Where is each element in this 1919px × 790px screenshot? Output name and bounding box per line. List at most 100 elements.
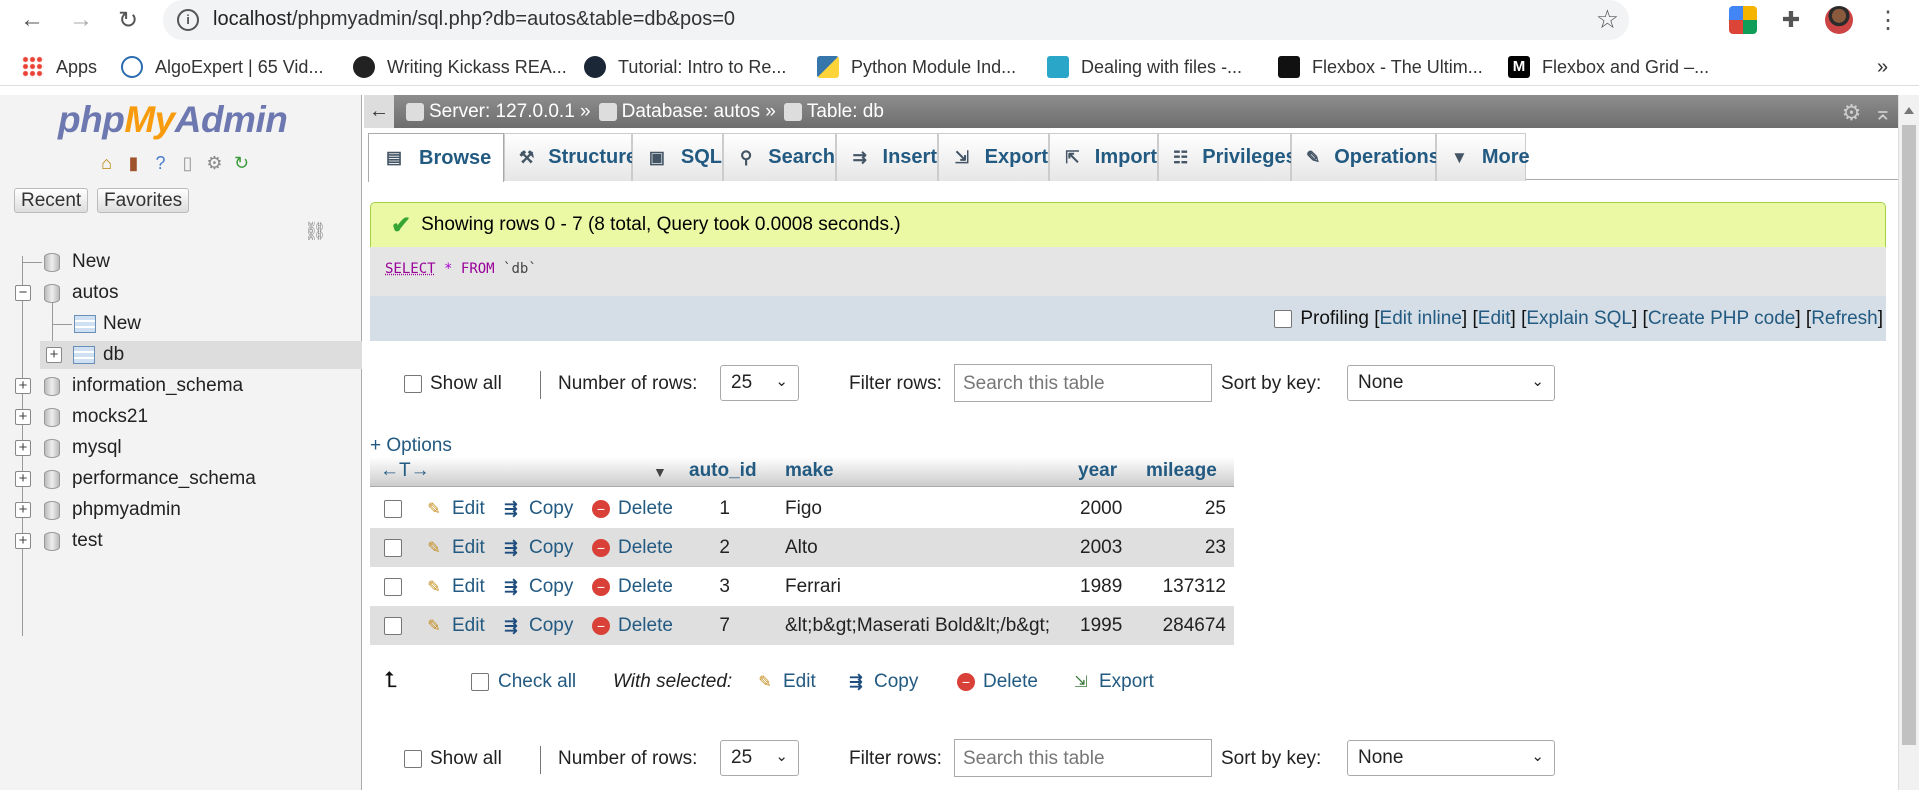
expand-icon[interactable]: + [15,471,31,487]
link-with-main-panel-icon[interactable]: ⛓ [304,221,327,242]
tab-structure[interactable]: ⚒ Structure [504,133,637,181]
number-of-rows-select[interactable]: 25 ⌄ [720,740,799,776]
refresh-link[interactable]: Refresh [1811,308,1878,330]
expand-icon[interactable]: + [15,533,31,549]
number-of-rows-select[interactable]: 25 ⌄ [720,365,799,401]
expand-icon[interactable]: + [15,409,31,425]
row-edit-button[interactable]: ✎ Edit [424,537,484,559]
options-link[interactable]: + Options [370,435,452,457]
collapse-icon[interactable]: − [15,285,31,301]
collapse-navigation-icon[interactable]: ← [364,95,394,128]
row-checkbox[interactable] [384,578,402,596]
show-all-checkbox[interactable] [404,375,422,393]
documentation-icon[interactable]: ▯ [176,152,199,175]
address-url[interactable]: localhost/phpmyadmin/sql.php?db=autos&ta… [213,8,735,31]
tree-item-phpmyadmin[interactable]: + phpmyadmin [0,496,362,524]
bulk-delete-button[interactable]: − Delete [957,671,1038,693]
row-copy-button[interactable]: ⇶ Copy [501,576,573,598]
tab-privileges[interactable]: ☷ Privileges [1158,133,1297,181]
filter-rows-input[interactable]: Search this table [954,364,1212,402]
recent-tab[interactable]: Recent [14,188,89,213]
tab-more[interactable]: ▼ More [1436,133,1530,181]
cell-auto-id[interactable]: 2 [700,537,730,559]
extensions-puzzle-icon[interactable]: ✚ [1777,6,1805,34]
page-scrollbar[interactable] [1898,95,1919,790]
scroll-up-arrow-icon[interactable] [1904,107,1914,114]
tab-search[interactable]: ⚲ Search [723,133,836,181]
row-delete-button[interactable]: − Delete [592,498,673,520]
bookmark-apps[interactable]: Apps [22,54,97,80]
extension-icon[interactable] [1729,6,1757,34]
bookmark-tutorial-react[interactable]: Tutorial: Intro to Re... [584,54,786,80]
bulk-edit-button[interactable]: ✎ Edit [755,671,815,693]
row-edit-button[interactable]: ✎ Edit [424,498,484,520]
tab-operations[interactable]: ✎ Operations [1291,133,1440,181]
phpmyadmin-logo[interactable]: phpMyAdmin [58,99,288,141]
row-checkbox[interactable] [384,617,402,635]
row-edit-button[interactable]: ✎ Edit [424,576,484,598]
scrollbar-thumb[interactable] [1902,125,1916,745]
sql-query-display[interactable]: SELECT * FROM `db` [370,247,1886,296]
tab-insert[interactable]: ⇉ Insert [836,133,938,181]
reload-icon[interactable]: ↻ [114,6,142,34]
tab-sql[interactable]: ▣ SQL [632,133,723,181]
tree-item-new-table[interactable]: New [0,310,362,338]
profiling-checkbox[interactable] [1274,309,1293,328]
site-info-icon[interactable]: i [177,9,199,31]
bookmark-flexbox-grid[interactable]: M Flexbox and Grid –... [1508,54,1709,80]
expand-icon[interactable]: + [46,347,62,363]
cell-year[interactable]: 1995 [1080,615,1122,637]
tree-item-performance-schema[interactable]: + performance_schema [0,465,362,493]
back-arrow-icon[interactable]: ← [18,6,46,34]
explain-sql-link[interactable]: Explain SQL [1526,308,1632,330]
profile-avatar[interactable] [1825,6,1853,34]
cell-make[interactable]: Ferrari [785,576,841,598]
row-copy-button[interactable]: ⇶ Copy [501,615,573,637]
edit-query-link[interactable]: Edit [1478,308,1511,330]
tab-export[interactable]: ⇲ Export [938,133,1049,181]
column-header-make[interactable]: make [785,460,834,482]
tree-item-information-schema[interactable]: + information_schema [0,372,362,400]
row-copy-button[interactable]: ⇶ Copy [501,537,573,559]
column-header-mileage[interactable]: mileage [1146,460,1217,482]
cell-auto-id[interactable]: 7 [700,615,730,637]
row-delete-button[interactable]: − Delete [592,615,673,637]
create-php-code-link[interactable]: Create PHP code [1648,308,1796,330]
breadcrumb-table[interactable]: Table: db [783,101,884,123]
filter-rows-input[interactable]: Search this table [954,739,1212,777]
logout-icon[interactable]: ▮ [122,152,145,175]
bookmark-flexbox-ultimate[interactable]: Flexbox - The Ultim... [1278,54,1483,80]
check-all-checkbox[interactable] [471,673,489,691]
row-delete-button[interactable]: − Delete [592,537,673,559]
tree-item-new-database[interactable]: New [0,248,362,276]
cell-mileage[interactable]: 25 [1140,498,1226,520]
cell-year[interactable]: 1989 [1080,576,1122,598]
sort-by-key-select[interactable]: None ⌄ [1347,740,1555,776]
home-icon[interactable]: ⌂ [95,152,118,175]
row-delete-button[interactable]: − Delete [592,576,673,598]
cell-make[interactable]: Alto [785,537,818,559]
row-edit-button[interactable]: ✎ Edit [424,615,484,637]
tab-import[interactable]: ⇱ Import [1049,133,1158,181]
bookmarks-overflow-icon[interactable]: » [1877,54,1888,80]
column-visibility-dropdown-icon[interactable]: ▼ [653,464,667,480]
tree-item-db-table[interactable]: + db [40,341,362,369]
tree-item-autos[interactable]: − autos [0,279,362,307]
cell-year[interactable]: 2003 [1080,537,1122,559]
cell-make[interactable]: &lt;b&gt;Maserati Bold&lt;/b&gt; [785,615,1050,637]
expand-icon[interactable]: + [15,378,31,394]
favorites-tab[interactable]: Favorites [97,188,190,213]
row-copy-button[interactable]: ⇶ Copy [501,498,573,520]
cell-auto-id[interactable]: 1 [700,498,730,520]
row-checkbox[interactable] [384,539,402,557]
sql-keyword-select[interactable]: SELECT [385,261,436,277]
browser-menu-icon[interactable]: ⋮ [1874,6,1902,34]
reload-navigation-icon[interactable]: ↻ [230,152,253,175]
cell-mileage[interactable]: 284674 [1140,615,1226,637]
sort-by-key-select[interactable]: None ⌄ [1347,365,1555,401]
expand-icon[interactable]: + [15,440,31,456]
bookmark-algoexpert[interactable]: AlgoExpert | 65 Vid... [121,54,323,80]
column-header-auto-id[interactable]: auto_id [689,460,757,482]
help-icon[interactable]: ? [149,152,172,175]
tab-browse[interactable]: ▤ Browse [368,133,504,182]
